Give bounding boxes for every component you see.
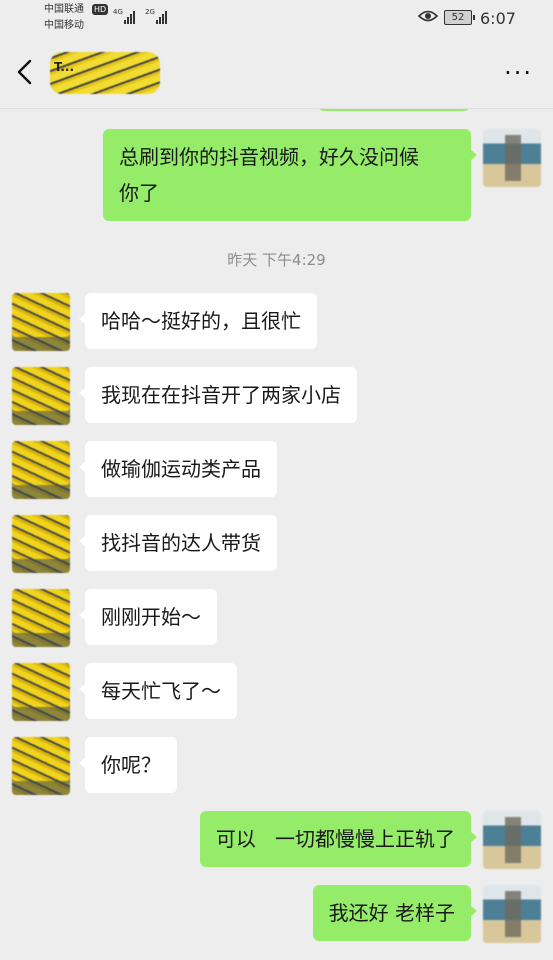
signal-icon-1 bbox=[124, 10, 135, 24]
battery-level: 52 bbox=[451, 12, 465, 23]
message-bubble-in[interactable]: 找抖音的达人带货 bbox=[79, 515, 277, 571]
message-bubble-in[interactable]: 刚刚开始～ bbox=[79, 589, 217, 645]
battery-icon: 52 bbox=[444, 10, 475, 25]
message-bubble-out[interactable]: 我还好 老样子 bbox=[312, 885, 478, 941]
message-bubble-in[interactable]: 我现在在抖音开了两家小店 bbox=[79, 367, 357, 423]
message-timestamp: 昨天 下午4:29 bbox=[227, 251, 326, 269]
my-avatar[interactable] bbox=[483, 129, 541, 187]
chat-header: T... ··· bbox=[0, 36, 553, 109]
network-type-2: 2G bbox=[145, 8, 155, 16]
message-bubble-in[interactable]: 每天忙飞了～ bbox=[79, 663, 237, 719]
message-bubble-in[interactable]: 做瑜伽运动类产品 bbox=[79, 441, 277, 497]
contact-avatar[interactable] bbox=[12, 737, 70, 795]
eye-icon bbox=[418, 10, 438, 22]
message-bubble-partial[interactable] bbox=[318, 109, 470, 111]
contact-avatar[interactable] bbox=[12, 293, 70, 351]
hd-badge: HD bbox=[92, 4, 109, 15]
status-time: 6:07 bbox=[480, 9, 516, 28]
contact-avatar[interactable] bbox=[12, 367, 70, 425]
message-bubble-in[interactable]: 哈哈～挺好的，且很忙 bbox=[79, 293, 317, 349]
chat-area[interactable]: 总刷到你的抖音视频，好久没问候 你了 昨天 下午4:29 哈哈～挺好的，且很忙 … bbox=[0, 109, 553, 960]
my-avatar[interactable] bbox=[483, 885, 541, 943]
carrier-label-1: 中国联通 bbox=[44, 4, 84, 15]
message-bubble-out[interactable]: 总刷到你的抖音视频，好久没问候 你了 bbox=[103, 129, 477, 221]
message-bubble-in[interactable]: 你呢？ bbox=[79, 737, 177, 793]
chevron-left-icon[interactable] bbox=[14, 58, 36, 86]
carrier-label-2: 中国移动 bbox=[44, 20, 84, 31]
network-type-1: 4G bbox=[113, 8, 123, 16]
contact-avatar[interactable] bbox=[12, 589, 70, 647]
my-avatar[interactable] bbox=[483, 811, 541, 869]
signal-icon-2 bbox=[156, 10, 167, 24]
contact-avatar[interactable] bbox=[12, 663, 70, 721]
contact-avatar[interactable] bbox=[12, 441, 70, 499]
ellipsis-icon[interactable]: ··· bbox=[504, 61, 533, 85]
status-bar: 中国联通 中国移动 HD 4G 2G 52 6:07 bbox=[0, 0, 553, 36]
contact-name: T... bbox=[54, 60, 75, 74]
message-bubble-out[interactable]: 可以 一切都慢慢上正轨了 bbox=[199, 811, 478, 867]
contact-avatar[interactable] bbox=[12, 515, 70, 573]
